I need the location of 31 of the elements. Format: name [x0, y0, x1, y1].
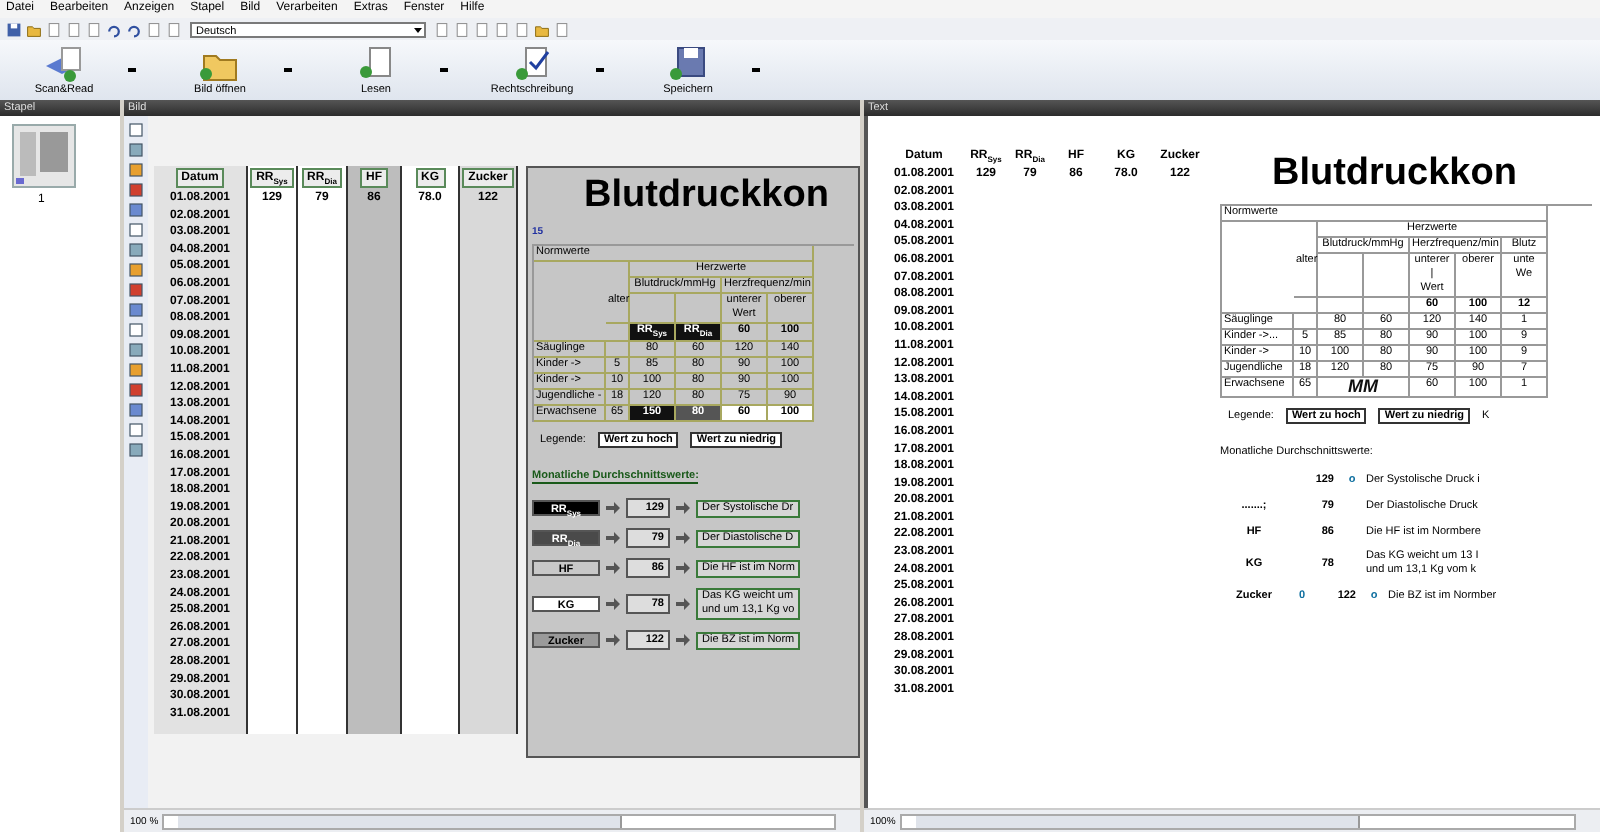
save-icon[interactable]	[6, 21, 22, 37]
floppy-disk-icon	[666, 45, 710, 81]
table-cell: MM	[1318, 378, 1410, 398]
spellcheck-icon	[510, 45, 554, 81]
sheet-title: Blutdruckkon	[582, 172, 831, 220]
arrow-icon	[676, 532, 690, 545]
caret-icon[interactable]	[412, 23, 424, 35]
dropdown-icon[interactable]	[752, 66, 760, 74]
undo-icon[interactable]	[106, 21, 122, 37]
horizontal-scrollbar[interactable]	[899, 813, 1576, 829]
horizontal-scrollbar[interactable]	[162, 813, 836, 829]
arrow-icon	[606, 502, 620, 515]
page-thumbnail[interactable]	[12, 124, 76, 188]
scanner-icon	[42, 45, 86, 81]
dropdown-icon[interactable]	[128, 66, 136, 74]
arrow-icon	[606, 532, 620, 545]
table-cell	[1364, 254, 1410, 298]
dropdown-icon[interactable]	[596, 66, 604, 74]
arrow-icon	[606, 562, 620, 575]
arrow-icon	[676, 598, 690, 611]
dropdown-icon[interactable]	[440, 66, 448, 74]
page-icon[interactable]	[554, 21, 570, 37]
arrow-icon	[676, 502, 690, 515]
arrow-icon	[676, 562, 690, 575]
dropdown-icon[interactable]	[284, 66, 292, 74]
sheet-title: Blutdruckkon	[1270, 150, 1519, 198]
arrow-icon	[606, 598, 620, 611]
redo-icon[interactable]	[126, 21, 142, 37]
arrow-icon	[676, 634, 690, 647]
arrow-icon	[606, 634, 620, 647]
table-cell	[1318, 254, 1364, 298]
